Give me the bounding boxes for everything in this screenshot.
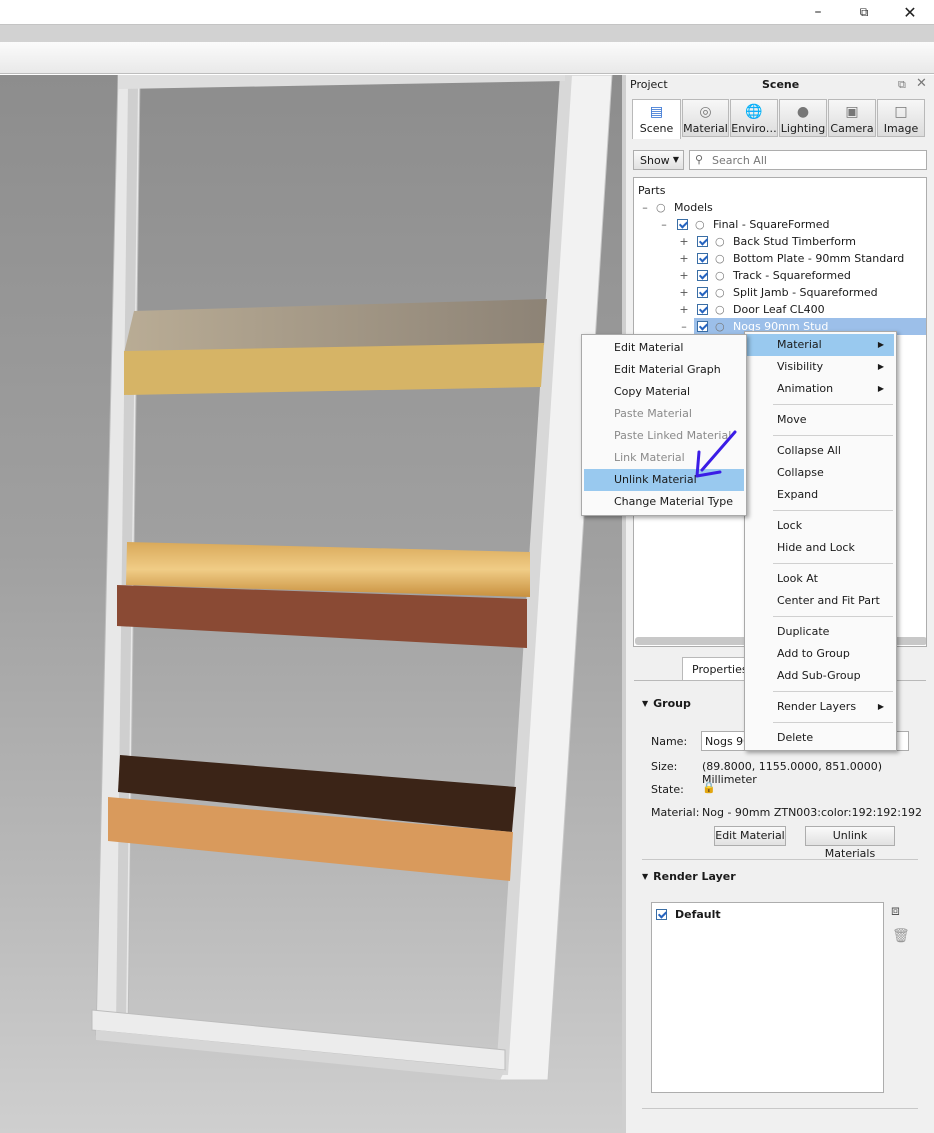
- annotation-arrow-icon: [695, 430, 737, 478]
